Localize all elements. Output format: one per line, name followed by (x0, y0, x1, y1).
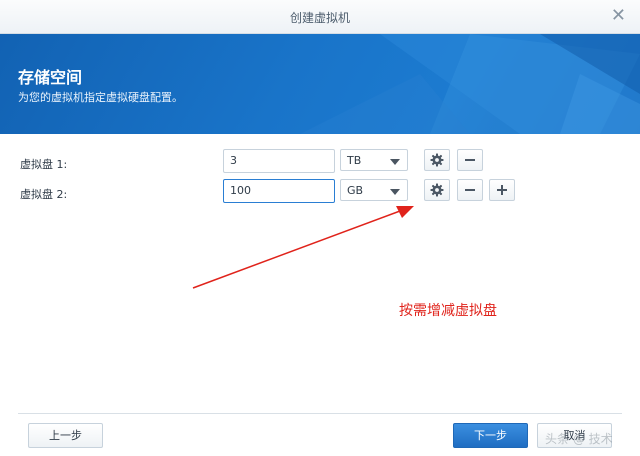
back-button[interactable]: 上一步 (28, 423, 103, 448)
annotation-arrow (192, 206, 414, 289)
watermark: 头条 @ 技术 (545, 432, 613, 446)
footer-divider (18, 413, 622, 414)
annotation-text: 按需增减虚拟盘 (399, 303, 497, 319)
next-button[interactable]: 下一步 (453, 423, 528, 448)
